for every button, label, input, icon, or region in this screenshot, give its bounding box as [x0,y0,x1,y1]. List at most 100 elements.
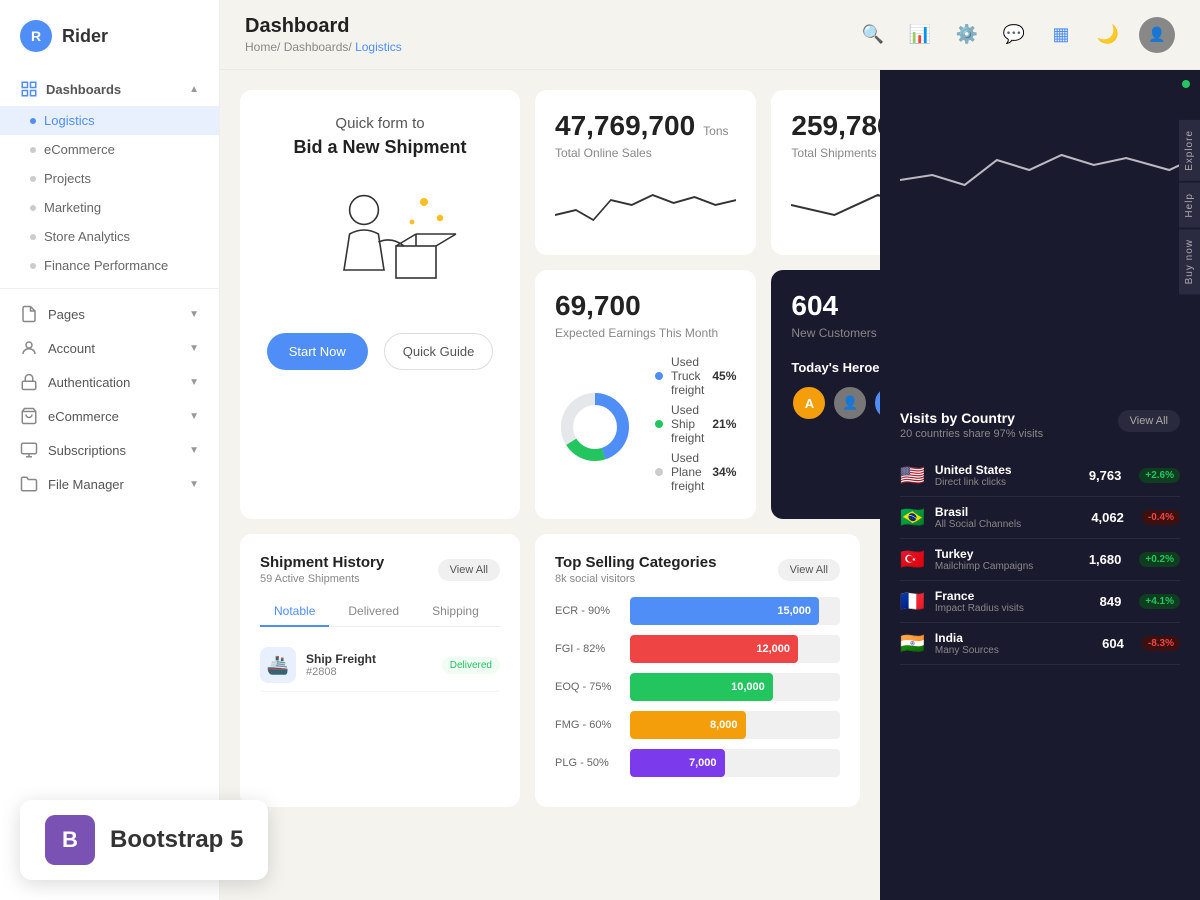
file-manager-icon [20,475,38,493]
sidebar: R Rider Dashboards ▲ Logistics eCommerce… [0,0,220,900]
total-sales-label: Total Online Sales [555,146,736,160]
app-logo[interactable]: R Rider [0,20,219,72]
quick-form-title: Quick form to [335,115,424,132]
bar-label-eoq: EOQ - 75% [555,681,620,693]
chevron-icon: ▼ [189,445,199,456]
country-source-br: All Social Channels [935,519,1081,530]
truck-freight-legend: Used Truck freight 45% [655,355,736,397]
chevron-icon: ▼ [189,343,199,354]
country-visits-fr: 849 [1100,594,1122,609]
sidebar-item-account[interactable]: Account ▼ [0,331,219,365]
search-icon-btn[interactable]: 🔍 [857,19,889,51]
shipment-header-text: Shipment History 59 Active Shipments [260,554,384,585]
chevron-icon: ▼ [189,411,199,422]
dot-icon [30,263,36,269]
buy-now-side-btn[interactable]: Buy now [1179,229,1200,294]
visits-subtitle: 20 countries share 97% visits [900,428,1043,440]
pages-label: Pages [48,307,179,322]
theme-toggle-btn[interactable]: 🌙 [1092,19,1124,51]
earnings-card: 69,700 Expected Earnings This Month [535,270,756,519]
main-area: Dashboard Home/ Dashboards/ Logistics 🔍 … [220,0,1200,900]
bar-val-fgi: 12,000 [756,643,790,655]
country-name-in: India [935,631,1092,645]
sidebar-dashboards-header[interactable]: Dashboards ▲ [0,72,219,106]
sidebar-item-marketing[interactable]: Marketing [0,193,219,222]
topbar-left: Dashboard Home/ Dashboards/ Logistics [245,15,402,54]
flag-in: 🇮🇳 [900,631,925,656]
sidebar-item-pages[interactable]: Pages ▼ [0,297,219,331]
dot-icon [30,118,36,124]
sidebar-item-authentication[interactable]: Authentication ▼ [0,365,219,399]
earnings-label: Expected Earnings This Month [555,326,736,340]
ship-freight-legend: Used Ship freight 21% [655,403,736,445]
sidebar-item-logistics[interactable]: Logistics [0,106,219,135]
bar-val-plg: 7,000 [689,757,717,769]
country-row-tr: 🇹🇷 Turkey Mailchimp Campaigns 1,680 +0.2… [900,539,1180,581]
shipment-view-all-btn[interactable]: View All [438,559,500,581]
shipment-id: #2808 [306,666,432,678]
dark-chart [900,130,1180,210]
shipment-type-icon: 🚢 [260,647,296,683]
new-customers-card: 604 New Customers This Month Today's Her… [771,270,880,519]
tab-delivered[interactable]: Delivered [334,597,413,627]
bar-row-ecr: ECR - 90% 15,000 [555,597,840,625]
grid-view-icon-btn[interactable]: ▦ [1045,19,1077,51]
chevron-icon: ▼ [189,479,199,490]
categories-card: Top Selling Categories 8k social visitor… [535,534,860,807]
bar-val-eoq: 10,000 [731,681,765,693]
country-visits-br: 4,062 [1091,510,1124,525]
top-cards-row: Quick form to Bid a New Shipment [240,90,860,519]
tab-shipping[interactable]: Shipping [418,597,493,627]
ecommerce-label: eCommerce [48,409,179,424]
action-buttons: Start Now Quick Guide [267,333,494,370]
dot-icon [30,147,36,153]
shipment-history-card: Shipment History 59 Active Shipments Vie… [240,534,520,807]
account-label: Account [48,341,179,356]
bar-track-ecr: 15,000 [630,597,840,625]
dot-icon [30,205,36,211]
logo-icon: R [20,20,52,52]
sidebar-item-ecommerce-top[interactable]: eCommerce ▼ [0,399,219,433]
categories-title: Top Selling Categories [555,554,716,571]
country-visits-tr: 1,680 [1089,552,1122,567]
start-now-button[interactable]: Start Now [267,333,368,370]
right-panel: Visits by Country 20 countries share 97%… [880,70,1200,900]
country-source-fr: Impact Radius visits [935,603,1090,614]
sidebar-item-projects[interactable]: Projects [0,164,219,193]
bar-row-fmg: FMG - 60% 8,000 [555,711,840,739]
dot-icon [30,176,36,182]
bootstrap-text: Bootstrap 5 [110,826,243,854]
sidebar-item-finance-performance[interactable]: Finance Performance [0,251,219,280]
shipment-history-title: Shipment History [260,554,384,571]
freight-legend: Used Truck freight 45% Used Ship freight… [655,355,736,499]
categories-card-header: Top Selling Categories 8k social visitor… [555,554,840,585]
shipment-tabs: Notable Delivered Shipping [260,597,500,627]
chart-icon-btn[interactable]: 📊 [904,19,936,51]
sidebar-item-subscriptions[interactable]: Subscriptions ▼ [0,433,219,467]
heroes-avatars: A 👤 S R P 👤 +2 [791,385,880,421]
settings-icon-btn[interactable]: ⚙️ [951,19,983,51]
country-visits-in: 604 [1102,636,1124,651]
total-shipments-value: 259,786 [791,110,880,142]
sidebar-dashboards-section: Dashboards ▲ Logistics eCommerce Project… [0,72,219,280]
quick-guide-button[interactable]: Quick Guide [384,333,494,370]
hero-avatar-s: S [873,385,880,421]
shipment-name: Ship Freight [306,652,432,666]
sidebar-item-ecommerce[interactable]: eCommerce [0,135,219,164]
bar-track-eoq: 10,000 [630,673,840,701]
plane-freight-legend: Used Plane freight 34% [655,451,736,493]
sales-unit: Tons [703,124,728,138]
help-side-btn[interactable]: Help [1179,183,1200,228]
donut-container: Used Truck freight 45% Used Ship freight… [555,355,736,499]
tab-notable[interactable]: Notable [260,597,329,627]
user-avatar[interactable]: 👤 [1139,17,1175,53]
explore-side-btn[interactable]: Explore [1179,120,1200,181]
sidebar-item-store-analytics[interactable]: Store Analytics [0,222,219,251]
content-area: Quick form to Bid a New Shipment [220,70,1200,900]
categories-view-all-btn[interactable]: View All [778,559,840,581]
chat-icon-btn[interactable]: 💬 [998,19,1030,51]
country-name-fr: France [935,589,1090,603]
sidebar-item-file-manager[interactable]: File Manager ▼ [0,467,219,501]
page-title: Dashboard [245,15,402,38]
visits-view-all-btn[interactable]: View All [1118,410,1180,432]
